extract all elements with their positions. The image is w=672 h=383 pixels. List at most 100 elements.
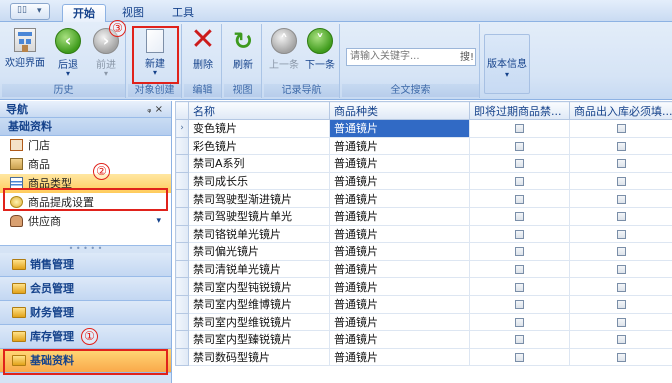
table-row[interactable]: 禁司室内型维博镜片 普通镜片 bbox=[175, 294, 672, 314]
cell-type[interactable]: 普通镜片 bbox=[329, 312, 470, 332]
table-row[interactable]: › 变色镜片 普通镜片 bbox=[175, 119, 672, 138]
cell-type[interactable]: 普通镜片 bbox=[329, 206, 470, 226]
table-row[interactable]: 禁司A系列 普通镜片 bbox=[175, 154, 672, 173]
cell-name[interactable]: 禁司驾驶型渐进镜片 bbox=[188, 189, 330, 208]
checkbox[interactable] bbox=[616, 212, 626, 222]
cell-expiry-checkbox[interactable] bbox=[469, 224, 570, 244]
table-row[interactable]: 禁司铬锐单光镜片 普通镜片 bbox=[175, 224, 672, 244]
cell-type[interactable]: 普通镜片 bbox=[329, 136, 470, 156]
table-row[interactable]: 禁司室内型臻锐镜片 普通镜片 bbox=[175, 330, 672, 349]
checkbox[interactable] bbox=[616, 282, 626, 292]
cell-name[interactable]: 彩色镜片 bbox=[188, 136, 330, 156]
cell-expiry-checkbox[interactable] bbox=[469, 312, 570, 332]
scroll-down-icon[interactable]: ▾ bbox=[156, 212, 161, 229]
checkbox[interactable] bbox=[515, 317, 524, 327]
table-row[interactable]: 禁司室内型维锐镜片 普通镜片 bbox=[175, 312, 672, 332]
checkbox[interactable] bbox=[515, 282, 524, 292]
nav-item-supplier[interactable]: 供应商 ▾ bbox=[0, 212, 171, 229]
cell-type[interactable]: 普通镜片 bbox=[329, 242, 470, 261]
tab-start[interactable]: 开始 bbox=[62, 4, 106, 22]
row-header[interactable] bbox=[175, 277, 189, 296]
splitter-grip[interactable]: • • • • • bbox=[0, 245, 171, 253]
checkbox[interactable] bbox=[616, 353, 626, 363]
table-row[interactable]: 禁司偏光镜片 普通镜片 bbox=[175, 242, 672, 261]
cell-required-checkbox[interactable] bbox=[569, 347, 672, 367]
search-button[interactable]: 搜! bbox=[460, 50, 474, 66]
prev-record-button[interactable]: ˄ 上一条 bbox=[266, 26, 302, 82]
cell-name[interactable]: 变色镜片 bbox=[188, 119, 330, 138]
table-row[interactable]: 禁司清锐单光镜片 普通镜片 bbox=[175, 259, 672, 279]
table-row[interactable]: 彩色镜片 普通镜片 bbox=[175, 136, 672, 156]
row-header[interactable]: › bbox=[175, 119, 189, 138]
row-header[interactable] bbox=[175, 154, 189, 173]
row-header[interactable] bbox=[175, 294, 189, 314]
checkbox[interactable] bbox=[515, 212, 524, 222]
row-header[interactable] bbox=[175, 136, 189, 156]
checkbox[interactable] bbox=[616, 317, 626, 327]
nav-category-sales[interactable]: 销售管理 bbox=[0, 253, 171, 277]
cell-type[interactable]: 普通镜片 bbox=[329, 347, 470, 367]
pin-close-icons[interactable]: ᵩ × bbox=[147, 101, 163, 118]
cell-required-checkbox[interactable] bbox=[569, 189, 672, 208]
checkbox[interactable] bbox=[616, 335, 626, 345]
cell-expiry-checkbox[interactable] bbox=[469, 347, 570, 367]
cell-name[interactable]: 禁司清锐单光镜片 bbox=[188, 259, 330, 279]
nav-category-finance[interactable]: 财务管理 bbox=[0, 301, 171, 325]
cell-expiry-checkbox[interactable] bbox=[469, 189, 570, 208]
cell-name[interactable]: 禁司数码型镜片 bbox=[188, 347, 330, 367]
quick-access-button[interactable]: ▯▯ ▾ bbox=[10, 3, 50, 20]
row-header[interactable] bbox=[175, 330, 189, 349]
checkbox[interactable] bbox=[616, 300, 626, 310]
checkbox[interactable] bbox=[616, 141, 626, 151]
checkbox[interactable] bbox=[616, 177, 626, 187]
next-record-button[interactable]: ˅ 下一条 bbox=[302, 26, 338, 82]
table-row[interactable]: 禁司数码型镜片 普通镜片 bbox=[175, 347, 672, 367]
refresh-button[interactable]: ↻ 刷新 bbox=[226, 26, 260, 82]
cell-name[interactable]: 禁司铬锐单光镜片 bbox=[188, 224, 330, 244]
row-header[interactable] bbox=[175, 347, 189, 367]
table-row[interactable]: 禁司驾驶型镜片单光 普通镜片 bbox=[175, 206, 672, 226]
checkbox[interactable] bbox=[616, 124, 626, 134]
nav-item-goods[interactable]: 商品 bbox=[0, 155, 171, 174]
cell-required-checkbox[interactable] bbox=[569, 119, 672, 138]
cell-required-checkbox[interactable] bbox=[569, 224, 672, 244]
cell-name[interactable]: 禁司A系列 bbox=[188, 154, 330, 173]
row-header[interactable] bbox=[175, 242, 189, 261]
row-header[interactable] bbox=[175, 224, 189, 244]
checkbox[interactable] bbox=[515, 159, 524, 169]
column-header-name[interactable]: 名称 bbox=[188, 101, 330, 120]
cell-type[interactable]: 普通镜片 bbox=[329, 189, 470, 208]
cell-type[interactable]: 普通镜片 bbox=[329, 224, 470, 244]
checkbox[interactable] bbox=[515, 194, 524, 204]
checkbox[interactable] bbox=[515, 247, 524, 257]
table-row[interactable]: 禁司室内型钝锐镜片 普通镜片 bbox=[175, 277, 672, 296]
cell-required-checkbox[interactable] bbox=[569, 171, 672, 191]
nav-category-member[interactable]: 会员管理 bbox=[0, 277, 171, 301]
checkbox[interactable] bbox=[515, 353, 524, 363]
row-header[interactable] bbox=[175, 312, 189, 332]
cell-expiry-checkbox[interactable] bbox=[469, 330, 570, 349]
cell-required-checkbox[interactable] bbox=[569, 277, 672, 296]
cell-name[interactable]: 禁司室内型臻锐镜片 bbox=[188, 330, 330, 349]
cell-expiry-checkbox[interactable] bbox=[469, 206, 570, 226]
cell-required-checkbox[interactable] bbox=[569, 294, 672, 314]
checkbox[interactable] bbox=[616, 159, 626, 169]
cell-required-checkbox[interactable] bbox=[569, 259, 672, 279]
cell-name[interactable]: 禁司室内型维锐镜片 bbox=[188, 312, 330, 332]
checkbox[interactable] bbox=[515, 335, 524, 345]
cell-name[interactable]: 禁司室内型维博镜片 bbox=[188, 294, 330, 314]
column-header-required[interactable]: 商品出入库必须填... bbox=[569, 101, 672, 120]
back-button[interactable]: ‹ 后退 ▾ bbox=[50, 26, 86, 82]
column-header-type[interactable]: 商品种类 bbox=[329, 101, 470, 120]
checkbox[interactable] bbox=[616, 247, 626, 257]
delete-button[interactable]: ✕ 删除 bbox=[186, 25, 220, 82]
row-header[interactable] bbox=[175, 259, 189, 279]
cell-name[interactable]: 禁司室内型钝锐镜片 bbox=[188, 277, 330, 296]
search-input[interactable]: 请输入关键字... 搜! bbox=[346, 48, 476, 66]
cell-expiry-checkbox[interactable] bbox=[469, 154, 570, 173]
checkbox[interactable] bbox=[515, 229, 524, 239]
table-row[interactable]: 禁司驾驶型渐进镜片 普通镜片 bbox=[175, 189, 672, 208]
cell-type[interactable]: 普通镜片 bbox=[329, 294, 470, 314]
row-header[interactable] bbox=[175, 171, 189, 191]
cell-required-checkbox[interactable] bbox=[569, 154, 672, 173]
